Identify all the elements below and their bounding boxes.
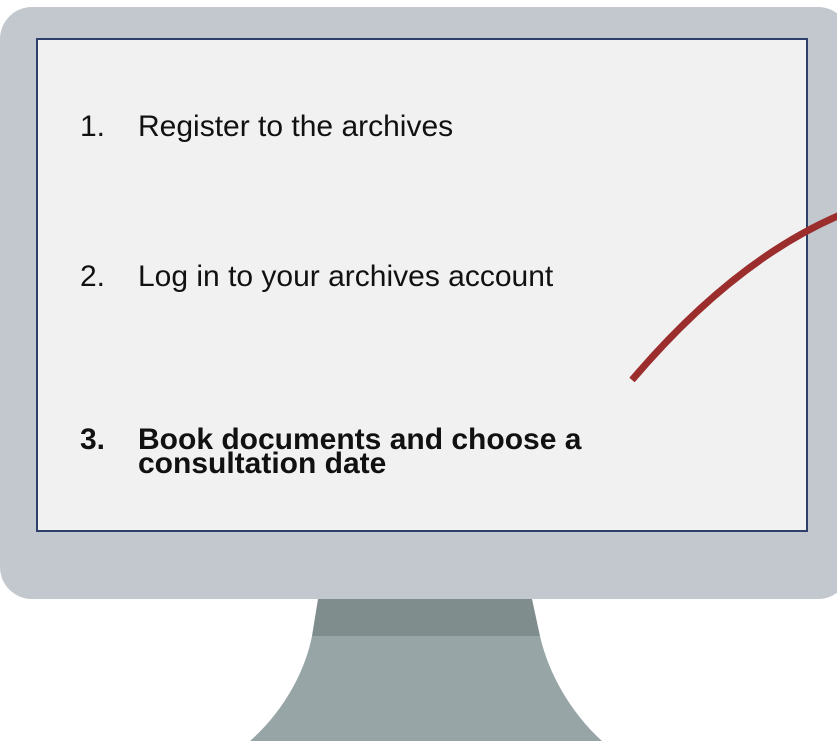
monitor-illustration: 1. Register to the archives 2. Log in to… <box>0 0 837 741</box>
pointer-line <box>629 212 837 383</box>
pointer-overlay <box>629 212 837 383</box>
